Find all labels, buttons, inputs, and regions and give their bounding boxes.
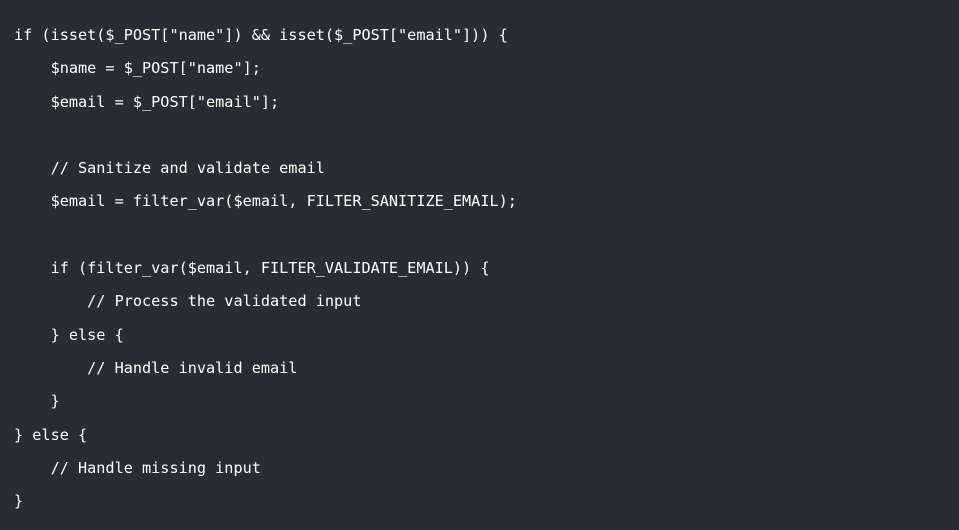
code-line-15: }: [14, 492, 24, 511]
code-line-7: [14, 222, 959, 255]
code-line-1: if (isset($_POST["name"]) && isset($_POS…: [14, 26, 508, 44]
code-line-5: // Sanitize and validate email: [14, 159, 325, 178]
code-line-6: $email = filter_var($email, FILTER_SANIT…: [14, 192, 517, 211]
code-line-12: }: [14, 392, 60, 411]
code-line-4: [14, 122, 959, 155]
code-line-10: } else {: [14, 325, 124, 344]
code-line-9: // Process the validated input: [14, 292, 362, 311]
code-block: if (isset($_POST["name"]) && isset($_POS…: [0, 0, 959, 530]
code-line-11: // Handle invalid email: [14, 358, 298, 377]
code-line-13: } else {: [14, 425, 88, 444]
code-line-8: if (filter_var($email, FILTER_VALIDATE_E…: [14, 259, 490, 278]
code-line-2: $name = $_POST["name"];: [14, 59, 261, 78]
code-line-14: // Handle missing input: [14, 458, 261, 477]
code-line-3: $email = $_POST["email"];: [14, 92, 280, 111]
